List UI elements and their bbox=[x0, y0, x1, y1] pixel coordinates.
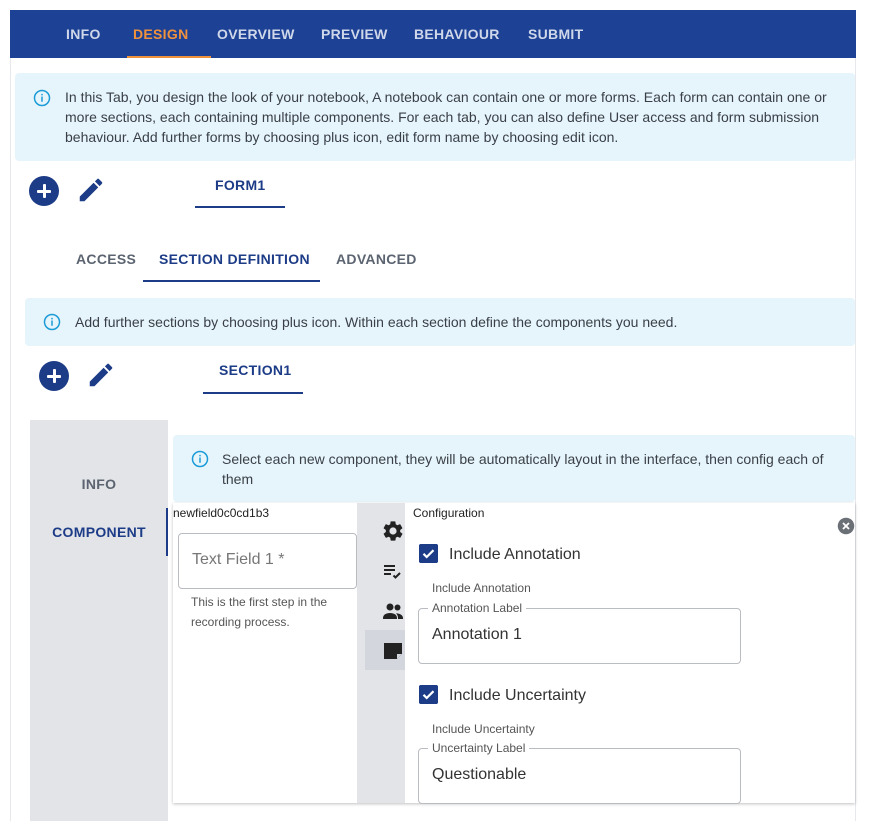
annotation-label-field[interactable]: Annotation Label Annotation 1 bbox=[418, 601, 741, 664]
annotation-label-value: Annotation 1 bbox=[432, 626, 522, 643]
include-annotation-checkbox[interactable] bbox=[419, 544, 438, 563]
include-uncertainty-checkbox[interactable] bbox=[419, 685, 438, 704]
tab-section1[interactable]: SECTION1 bbox=[219, 362, 291, 378]
component-card: newfield0c0cd1b3 Text Field 1 * This is … bbox=[173, 503, 855, 804]
tab-advanced[interactable]: ADVANCED bbox=[336, 251, 417, 267]
uncertainty-label-legend: Uncertainty Label bbox=[428, 741, 530, 755]
people-icon[interactable] bbox=[381, 599, 405, 623]
edit-section-pencil-icon[interactable] bbox=[86, 360, 116, 390]
component-preview: newfield0c0cd1b3 Text Field 1 * This is … bbox=[173, 503, 357, 803]
section-info-text: Add further sections by choosing plus ic… bbox=[75, 314, 678, 330]
annotation-label-legend: Annotation Label bbox=[428, 601, 527, 615]
close-icon[interactable] bbox=[837, 517, 855, 535]
tab-behaviour[interactable]: BEHAVIOUR bbox=[414, 10, 500, 58]
info-icon bbox=[191, 450, 209, 468]
include-uncertainty-caption: Include Uncertainty bbox=[432, 722, 535, 736]
top-nav-bar: INFO DESIGN OVERVIEW PREVIEW BEHAVIOUR S… bbox=[10, 10, 856, 58]
note-icon[interactable] bbox=[381, 639, 405, 663]
component-info-text: Select each new component, they will be … bbox=[222, 451, 824, 487]
info-icon bbox=[33, 89, 51, 107]
include-uncertainty-label: Include Uncertainty bbox=[449, 687, 586, 704]
vertical-tabs: INFO COMPONENT bbox=[30, 420, 168, 821]
form-tab-indicator bbox=[195, 206, 285, 208]
component-info-alert: Select each new component, they will be … bbox=[173, 435, 855, 502]
tab-form1[interactable]: FORM1 bbox=[215, 177, 266, 193]
add-section-button[interactable] bbox=[39, 361, 69, 391]
tab-overview[interactable]: OVERVIEW bbox=[217, 10, 295, 58]
config-title: Configuration bbox=[413, 506, 485, 520]
tab-design[interactable]: DESIGN bbox=[133, 10, 188, 58]
text-field-helper: This is the first step in the recording … bbox=[191, 595, 328, 629]
tab-access[interactable]: ACCESS bbox=[76, 251, 136, 267]
include-annotation-label: Include Annotation bbox=[449, 546, 581, 563]
checklist-icon[interactable] bbox=[381, 559, 405, 583]
text-field-placeholder: Text Field 1 * bbox=[192, 551, 285, 568]
section-info-alert: Add further sections by choosing plus ic… bbox=[25, 298, 855, 346]
section-tab-indicator bbox=[203, 392, 303, 394]
uncertainty-label-value: Questionable bbox=[432, 766, 527, 783]
gear-icon[interactable] bbox=[381, 519, 405, 543]
tab-info[interactable]: INFO bbox=[66, 10, 101, 58]
design-info-alert: In this Tab, you design the look of your… bbox=[15, 73, 855, 161]
section-definition-indicator bbox=[143, 280, 320, 282]
config-icon-rail bbox=[357, 503, 405, 803]
text-field-preview[interactable]: Text Field 1 * bbox=[178, 533, 357, 589]
design-info-text: In this Tab, you design the look of your… bbox=[65, 89, 827, 145]
tab-preview[interactable]: PREVIEW bbox=[321, 10, 388, 58]
vtab-active-indicator bbox=[166, 508, 168, 556]
add-form-button[interactable] bbox=[29, 176, 59, 206]
tab-section-definition[interactable]: SECTION DEFINITION bbox=[159, 251, 310, 267]
include-annotation-caption: Include Annotation bbox=[432, 581, 531, 595]
edit-form-pencil-icon[interactable] bbox=[76, 175, 106, 205]
tab-submit[interactable]: SUBMIT bbox=[528, 10, 583, 58]
uncertainty-label-field[interactable]: Uncertainty Label Questionable bbox=[418, 741, 741, 804]
info-icon bbox=[43, 313, 61, 331]
vtab-info[interactable]: INFO bbox=[30, 476, 168, 492]
field-id: newfield0c0cd1b3 bbox=[173, 506, 270, 520]
vtab-component[interactable]: COMPONENT bbox=[30, 524, 168, 540]
configuration-panel: Configuration Include Annotation Include… bbox=[405, 503, 855, 804]
active-tab-indicator bbox=[127, 56, 211, 58]
